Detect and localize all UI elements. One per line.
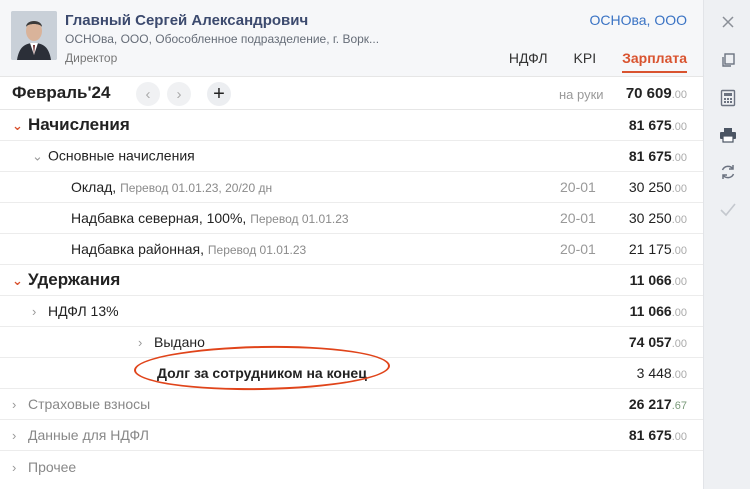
net-pay-value: 70 609.00: [625, 85, 687, 102]
chevron-left-icon: ‹: [145, 85, 151, 103]
net-pay-label: на руки: [559, 87, 604, 102]
deductions-amount: 11 066.00: [629, 272, 687, 288]
chevron-down-icon: ⌄: [32, 148, 43, 164]
row-regional-bonus[interactable]: Надбавка районная, Перевод 01.01.23 20-0…: [0, 234, 703, 265]
chevron-right-icon: ›: [138, 335, 143, 350]
check-icon: [720, 203, 736, 217]
row-ndfl-data[interactable]: › Данные для НДФЛ 81 675.00: [0, 420, 703, 451]
right-toolbar: [703, 0, 750, 489]
chevron-right-icon: ›: [176, 85, 182, 103]
period-bar: Февраль'24 ‹ › + на руки 70 609.00: [0, 76, 703, 110]
chevron-right-icon: ›: [32, 304, 37, 319]
copy-button[interactable]: [714, 46, 742, 74]
row-other[interactable]: › Прочее: [0, 451, 703, 482]
calculator-button[interactable]: [714, 84, 742, 112]
employee-org: ОСНОва, ООО, Обособленное подразделение,…: [65, 32, 380, 46]
close-button[interactable]: [714, 8, 742, 36]
confirm-button[interactable]: [714, 196, 742, 224]
salary-amount: 30 250.00: [628, 179, 687, 195]
northern-amount: 30 250.00: [628, 210, 687, 226]
row-northern-bonus[interactable]: Надбавка северная, 100%, Перевод 01.01.2…: [0, 203, 703, 234]
tab-salary[interactable]: Зарплата: [622, 50, 687, 73]
tab-bar: НДФЛ KPI Зарплата: [509, 50, 687, 73]
insurance-amount: 26 217.67: [628, 396, 687, 412]
prev-period-button[interactable]: ‹: [136, 82, 160, 106]
paid-amount: 74 057.00: [628, 334, 687, 350]
copy-icon: [722, 53, 735, 67]
print-icon: [720, 128, 736, 143]
chevron-right-icon: ›: [12, 397, 17, 412]
basic-accruals-amount: 81 675.00: [628, 148, 687, 164]
org-link[interactable]: ОСНОва, ООО: [589, 12, 687, 28]
close-icon: [722, 16, 734, 28]
print-button[interactable]: [714, 121, 742, 149]
employee-position: Директор: [65, 51, 118, 65]
row-basic-accruals[interactable]: ⌄ Основные начисления 81 675.00: [0, 141, 703, 172]
chevron-right-icon: ›: [12, 459, 17, 475]
salary-account: 20-01: [560, 179, 596, 195]
add-button[interactable]: +: [207, 82, 231, 106]
chevron-right-icon: ›: [12, 428, 17, 443]
row-deductions[interactable]: ⌄ Удержания 11 066.00: [0, 265, 703, 296]
tab-ndfl[interactable]: НДФЛ: [509, 50, 548, 73]
salary-panel: Главный Сергей Александрович ОСНОва, ООО…: [0, 0, 703, 489]
refresh-button[interactable]: [714, 158, 742, 186]
employee-header: Главный Сергей Александрович ОСНОва, ООО…: [0, 0, 703, 76]
calculator-icon: [720, 89, 736, 107]
row-ndfl[interactable]: › НДФЛ 13% 11 066.00: [0, 296, 703, 327]
chevron-down-icon: ⌄: [12, 118, 23, 133]
ndfl-data-amount: 81 675.00: [628, 427, 687, 443]
ndfl-amount: 11 066.00: [629, 303, 687, 319]
employee-avatar: [11, 11, 57, 60]
row-salary[interactable]: Оклад, Перевод 01.01.23, 20/20 дн 20-01 …: [0, 172, 703, 203]
northern-account: 20-01: [560, 210, 596, 226]
regional-account: 20-01: [560, 241, 596, 257]
chevron-down-icon: ⌄: [12, 273, 23, 288]
refresh-icon: [721, 165, 735, 179]
next-period-button[interactable]: ›: [167, 82, 191, 106]
tab-kpi[interactable]: KPI: [574, 50, 597, 73]
accruals-amount: 81 675.00: [628, 117, 687, 133]
period-title[interactable]: Февраль'24: [12, 83, 110, 103]
regional-amount: 21 175.00: [628, 241, 687, 257]
row-insurance[interactable]: › Страховые взносы 26 217.67: [0, 389, 703, 420]
plus-icon: +: [213, 82, 225, 105]
employee-debt-amount: 3 448.00: [636, 365, 687, 381]
row-accruals[interactable]: ⌄ Начисления 81 675.00: [0, 110, 703, 141]
employee-name: Главный Сергей Александрович: [65, 12, 309, 29]
